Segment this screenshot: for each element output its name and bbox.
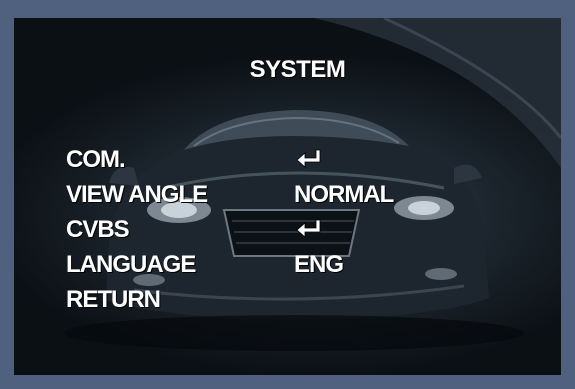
monitor-frame: SYSTEM COM. VIEW ANGLE NORMAL CVBS LANGU…: [0, 0, 575, 389]
menu-item-label: RETURN: [66, 286, 161, 313]
enter-arrow-icon: [296, 149, 321, 168]
menu-item-value: [294, 142, 324, 177]
menu-title: SYSTEM: [249, 56, 346, 83]
menu-item-label: VIEW ANGLE: [66, 181, 208, 208]
menu-item-cvbs[interactable]: CVBS: [66, 212, 546, 247]
menu-item-label: COM.: [66, 146, 126, 173]
menu-item-value: [294, 212, 324, 247]
menu-item-value: ENG: [294, 251, 344, 278]
osd-menu: COM. VIEW ANGLE NORMAL CVBS LANGUAGE ENG…: [66, 142, 546, 317]
menu-item-view-angle[interactable]: VIEW ANGLE NORMAL: [66, 177, 546, 212]
enter-arrow-icon: [296, 219, 321, 238]
menu-item-label: LANGUAGE: [66, 251, 196, 278]
menu-item-value: NORMAL: [294, 181, 394, 208]
menu-item-com[interactable]: COM.: [66, 142, 546, 177]
menu-item-return[interactable]: RETURN: [66, 282, 546, 317]
osd-screen: SYSTEM COM. VIEW ANGLE NORMAL CVBS LANGU…: [14, 18, 561, 375]
menu-item-language[interactable]: LANGUAGE ENG: [66, 247, 546, 282]
menu-item-label: CVBS: [66, 216, 130, 243]
